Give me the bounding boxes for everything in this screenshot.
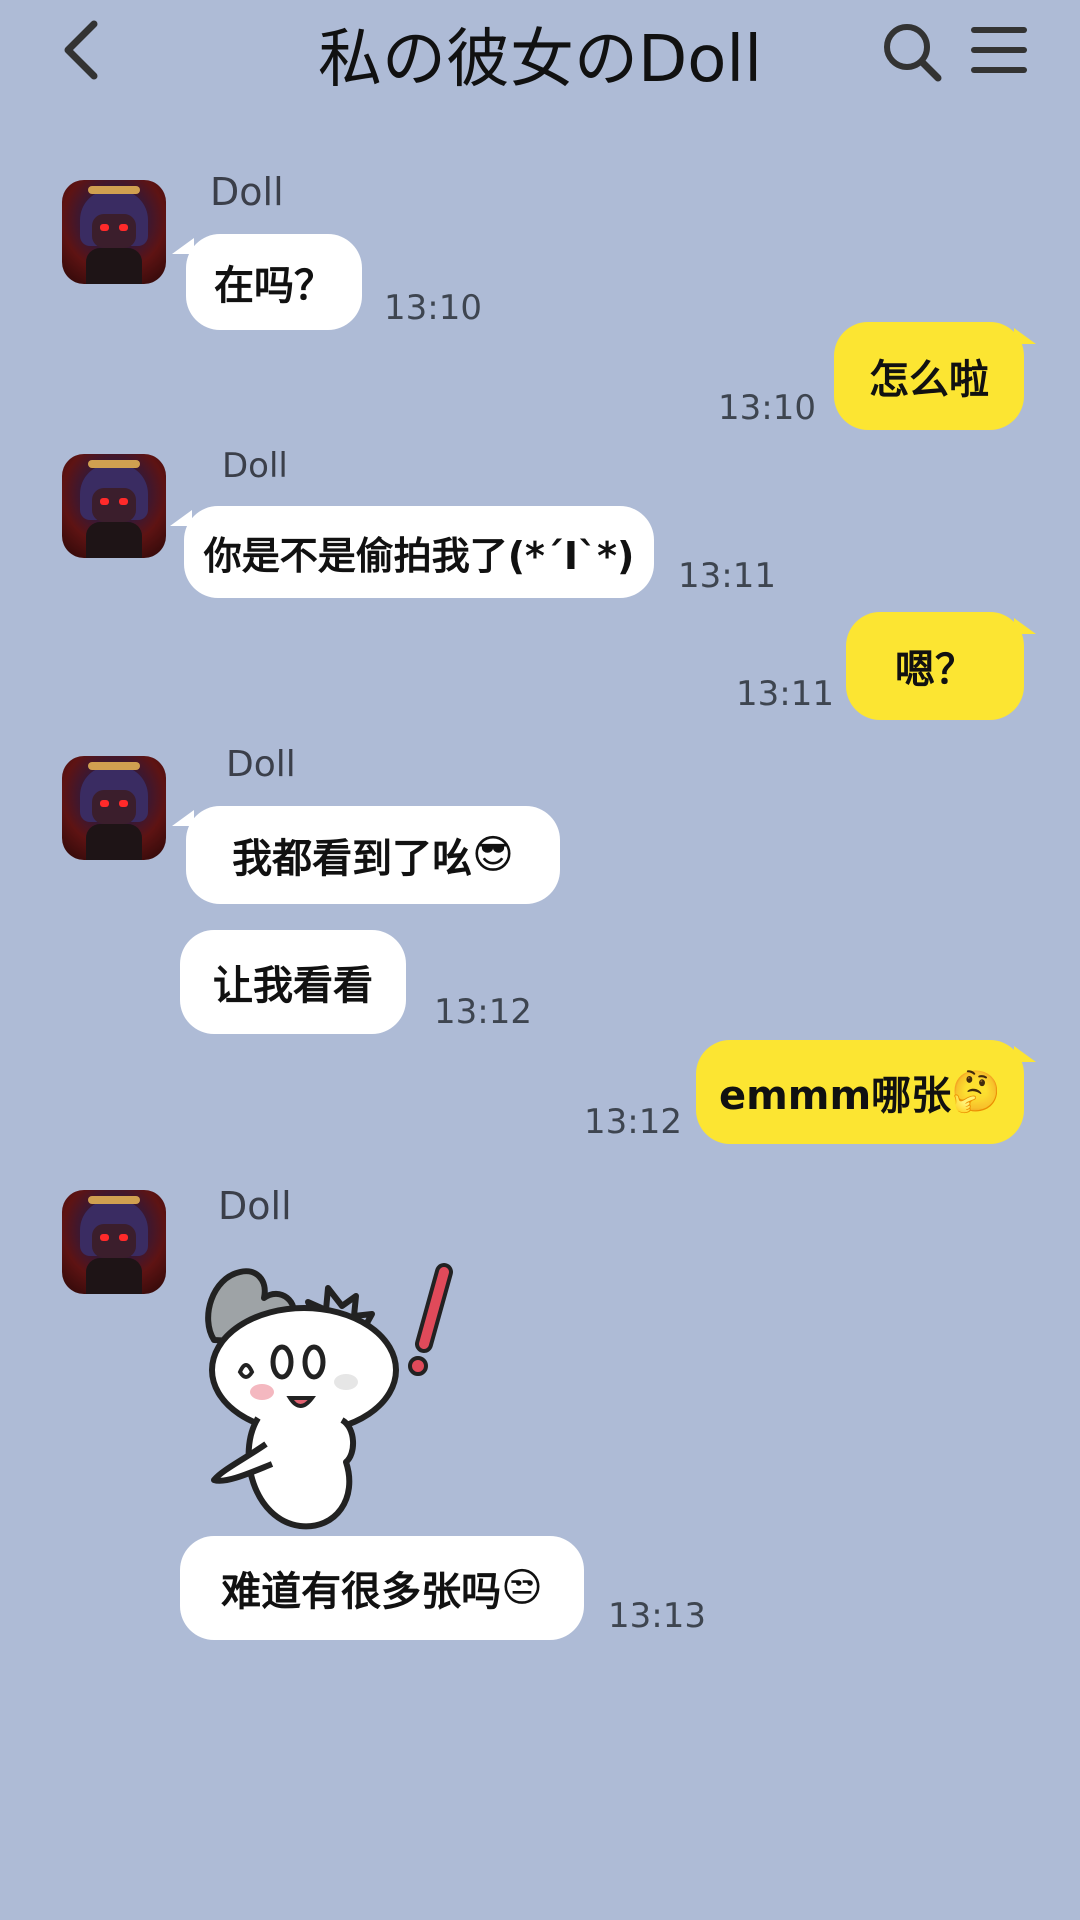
message-time: 13:10 — [384, 288, 482, 328]
message-bubble[interactable]: 嗯？ — [846, 612, 1036, 720]
search-icon[interactable] — [880, 20, 944, 84]
message-bubble[interactable]: 在吗？ — [172, 234, 362, 330]
message-time: 13:12 — [434, 992, 532, 1032]
avatar[interactable] — [62, 756, 166, 860]
avatar[interactable] — [62, 1190, 166, 1294]
sender-name: Doll — [226, 744, 296, 785]
message-bubble[interactable]: 怎么啦 — [834, 322, 1036, 430]
unamused-emoji-icon: 😒 — [501, 1565, 543, 1611]
message-text: 让我看看 — [213, 963, 373, 1009]
message-time: 13:11 — [678, 556, 776, 596]
message-text: 怎么啦 — [869, 357, 989, 403]
message-time: 13:12 — [584, 1102, 682, 1142]
chevron-left-icon[interactable] — [58, 18, 108, 82]
surprised-bunny-sticker[interactable] — [196, 1258, 486, 1536]
message-text: 在吗？ — [214, 263, 334, 309]
message-bubble[interactable]: 难道有很多张吗 😒 — [180, 1536, 584, 1640]
message-time: 13:10 — [718, 388, 816, 428]
avatar[interactable] — [62, 180, 166, 284]
sender-name: Doll — [218, 1184, 292, 1228]
thinking-emoji-icon: 🤔 — [951, 1069, 1001, 1115]
avatar[interactable] — [62, 454, 166, 558]
chat-header: 私の彼女のDoll — [0, 0, 1080, 115]
message-text: 你是不是偷拍我了(*´I`*) — [203, 533, 635, 578]
sender-name: Doll — [222, 446, 288, 486]
message-text: 我都看到了吆 — [232, 836, 473, 882]
sunglasses-emoji-icon: 😎 — [472, 832, 514, 878]
chat-title: 私の彼女のDoll — [318, 23, 762, 97]
sender-name: Doll — [210, 170, 284, 214]
message-bubble[interactable]: emmm哪张 🤔 — [696, 1040, 1036, 1144]
message-bubble[interactable]: 让我看看 — [180, 930, 406, 1034]
message-text: 难道有很多张吗 — [221, 1569, 502, 1615]
message-bubble[interactable]: 我都看到了吆 😎 — [172, 806, 560, 904]
message-time: 13:11 — [736, 674, 834, 714]
hamburger-menu-icon[interactable] — [970, 22, 1028, 78]
message-bubble[interactable]: 你是不是偷拍我了(*´I`*) — [170, 506, 654, 598]
message-text: emmm哪张 — [719, 1073, 952, 1119]
message-time: 13:13 — [608, 1596, 706, 1636]
message-text: 嗯？ — [895, 647, 975, 693]
